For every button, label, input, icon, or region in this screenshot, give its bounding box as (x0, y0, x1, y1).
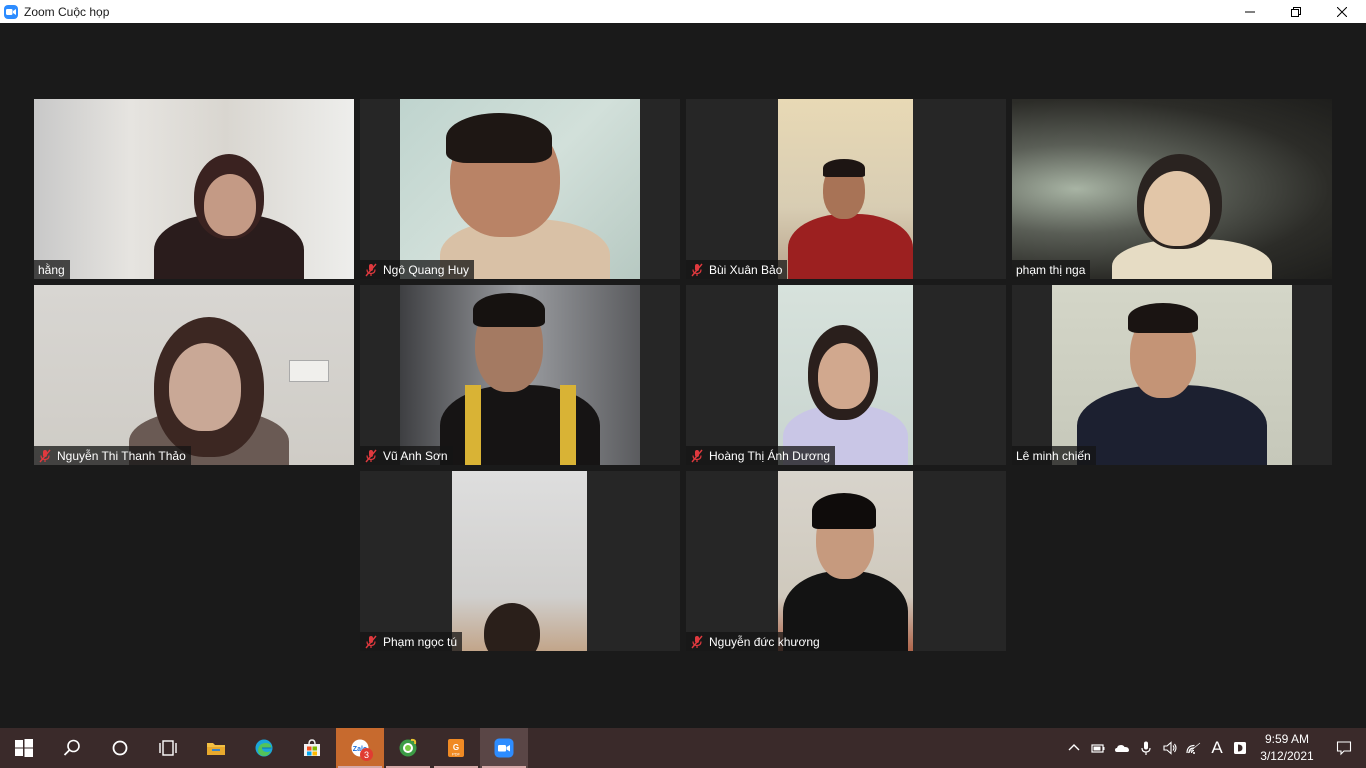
restore-button[interactable] (1273, 0, 1319, 23)
taskbar: Zalo 3 G PDF A 9:59 AM 3/12/2021 (0, 728, 1366, 768)
store-button[interactable] (288, 728, 336, 768)
close-button[interactable] (1319, 0, 1365, 23)
participant-name-label: hằng (34, 260, 70, 279)
restore-icon (1291, 6, 1301, 17)
file-explorer-icon (207, 743, 225, 755)
muted-mic-icon (365, 449, 377, 462)
gallery-view: hằng Ngô Quang Huy Bùi Xuân Bảo phạm thị… (0, 23, 1366, 728)
notifications-icon (1336, 741, 1352, 756)
participant-name-label: phạm thị nga (1012, 260, 1091, 279)
edge-icon (255, 739, 273, 757)
participant-video (1052, 285, 1292, 465)
participant-name-label: Phạm ngọc tú (360, 632, 463, 651)
participant-video (34, 99, 354, 279)
foxit-pdf-button[interactable]: G PDF (432, 728, 480, 768)
participant-name-label: Hoàng Thị Ánh Dương (686, 446, 836, 465)
participant-tile[interactable]: Nguyễn Thi Thanh Thảo (34, 285, 354, 465)
cortana-button[interactable] (96, 728, 144, 768)
system-tray: A 9:59 AM 3/12/2021 (1062, 728, 1366, 768)
cortana-icon (112, 740, 128, 756)
zalo-button[interactable]: Zalo 3 (336, 728, 384, 768)
participant-tile[interactable]: Phạm ngọc tú (360, 471, 680, 651)
cloud-icon (1115, 745, 1129, 752)
participant-tile[interactable]: Lê minh chiến (1012, 285, 1332, 465)
task-view-button[interactable] (144, 728, 192, 768)
minimize-icon (1245, 11, 1255, 12)
participant-name-label: Lê minh chiến (1012, 446, 1096, 465)
participant-video (400, 285, 640, 465)
clock[interactable]: 9:59 AM 3/12/2021 (1252, 731, 1322, 765)
participant-tile[interactable]: Bùi Xuân Bảo (686, 99, 1006, 279)
microphone-icon (1141, 741, 1151, 755)
participant-video (778, 285, 913, 465)
participant-video (34, 285, 354, 465)
participant-tile[interactable]: Vũ Anh Sơn (360, 285, 680, 465)
svg-text:PDF: PDF (452, 752, 461, 757)
volume-tray-button[interactable] (1158, 728, 1182, 768)
start-icon (15, 739, 33, 757)
search-button[interactable] (48, 728, 96, 768)
input-indicator[interactable]: A (1206, 728, 1228, 768)
participant-name-label: Nguyễn Thi Thanh Thảo (34, 446, 191, 465)
task-view-icon (159, 740, 177, 756)
start-button[interactable] (0, 728, 48, 768)
minimize-button[interactable] (1227, 0, 1273, 23)
window-title: Zoom Cuộc họp (24, 4, 110, 19)
speaker-icon (1163, 741, 1177, 755)
search-icon (63, 739, 80, 756)
zoom-button[interactable] (480, 728, 528, 768)
muted-mic-icon (691, 635, 703, 648)
show-hidden-icons-button[interactable] (1062, 728, 1086, 768)
edge-button[interactable] (240, 728, 288, 768)
participant-video (778, 471, 913, 651)
network-tray-button[interactable] (1182, 728, 1206, 768)
participant-video (1012, 99, 1332, 279)
participant-tile-active-speaker[interactable]: phạm thị nga (1012, 99, 1332, 279)
foxit-pdf-icon: GPDF (448, 739, 464, 757)
participant-tile[interactable]: Hoàng Thị Ánh Dương (686, 285, 1006, 465)
input-method-button[interactable] (1228, 728, 1252, 768)
muted-mic-icon (365, 635, 377, 648)
battery-icon (1091, 744, 1105, 753)
file-explorer-button[interactable] (192, 728, 240, 768)
participant-name-label: Ngô Quang Huy (360, 260, 475, 279)
participant-video (400, 99, 640, 279)
onedrive-tray-button[interactable] (1110, 728, 1134, 768)
coccoc-button[interactable] (384, 728, 432, 768)
input-method-icon (1234, 742, 1246, 754)
store-icon (304, 739, 320, 756)
title-bar: Zoom Cuộc họp (0, 0, 1366, 23)
muted-mic-icon (39, 449, 51, 462)
battery-tray-button[interactable] (1086, 728, 1110, 768)
zoom-icon (494, 738, 514, 758)
zoom-app-icon (4, 4, 18, 19)
clock-time: 9:59 AM (1264, 732, 1310, 746)
participant-video (778, 99, 913, 279)
participant-tile[interactable]: Nguyễn đức khương (686, 471, 1006, 651)
participant-name-label: Vũ Anh Sơn (360, 446, 453, 465)
microphone-tray-button[interactable] (1134, 728, 1158, 768)
muted-mic-icon (691, 449, 703, 462)
coccoc-icon (399, 738, 417, 757)
close-icon (1337, 6, 1347, 17)
notification-badge: 3 (360, 748, 373, 761)
participant-name-label: Bùi Xuân Bảo (686, 260, 788, 279)
wifi-icon (1186, 742, 1201, 754)
participant-tile[interactable]: Ngô Quang Huy (360, 99, 680, 279)
participant-tile[interactable]: hằng (34, 99, 354, 279)
action-center-button[interactable] (1322, 728, 1366, 768)
muted-mic-icon (691, 263, 703, 276)
clock-date: 3/12/2021 (1260, 749, 1314, 763)
participant-name-label: Nguyễn đức khương (686, 632, 825, 651)
muted-mic-icon (365, 263, 377, 276)
participant-video (452, 471, 587, 651)
chevron-up-icon (1068, 744, 1080, 751)
